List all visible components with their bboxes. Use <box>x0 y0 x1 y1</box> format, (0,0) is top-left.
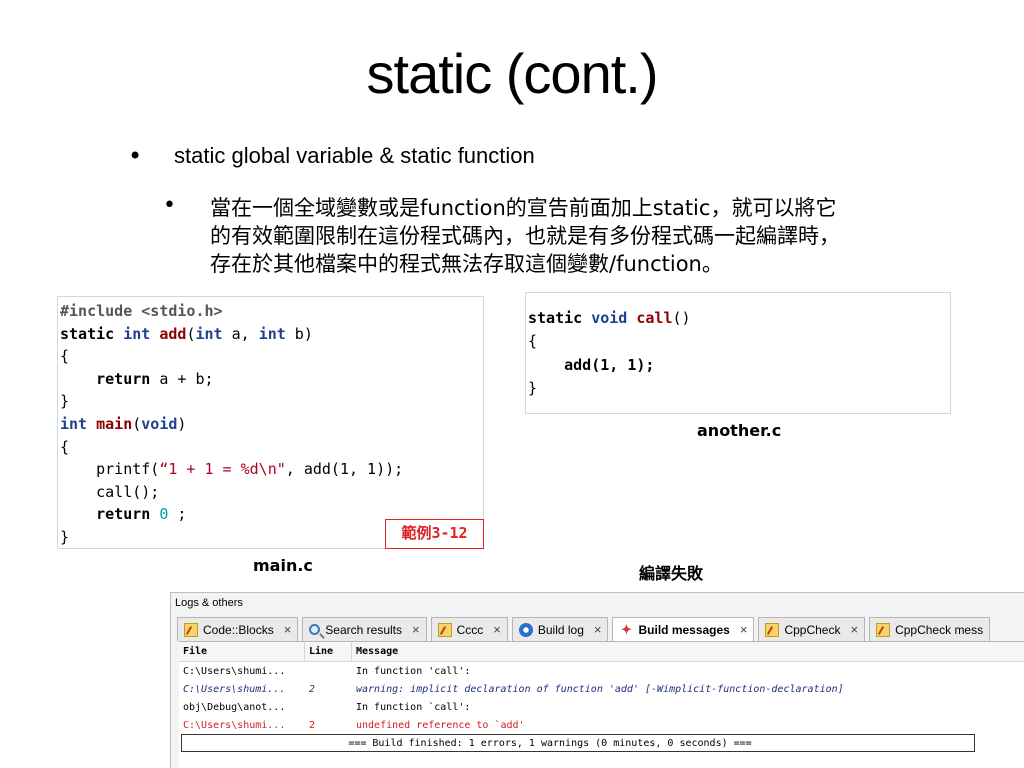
search-icon <box>309 624 321 635</box>
tab-search-results[interactable]: Search results × <box>302 617 427 641</box>
code-line: { <box>528 332 538 351</box>
another-c-code-block: static void call() { add(1, 1); } <box>525 292 951 414</box>
code-line: add(1, 1); <box>564 355 655 374</box>
gear-icon <box>518 622 533 637</box>
code-line: { <box>60 437 70 456</box>
compile-fail-caption: 編譯失敗 <box>639 564 704 583</box>
bullet-line: 存在於其他檔案中的程式無法存取這個變數/function。 <box>210 252 723 276</box>
example-label: 範例3-12 <box>385 519 484 549</box>
main-c-code-block: #include <stdio.h> static int add(int a,… <box>57 296 484 549</box>
column-header-file[interactable]: File <box>179 641 305 662</box>
table-header: File Line Message <box>179 641 1024 662</box>
column-header-message[interactable]: Message <box>352 642 1024 662</box>
table-row[interactable]: C:\Users\shumi... In function 'call': <box>179 662 1024 680</box>
build-messages-table: File Line Message C:\Users\shumi... In f… <box>179 641 1024 768</box>
close-icon[interactable]: × <box>850 622 858 637</box>
bullet-dot: • <box>163 193 176 218</box>
code-line: } <box>528 379 538 398</box>
bullet-dot: • <box>128 142 143 170</box>
close-icon[interactable]: × <box>493 622 501 637</box>
code-line: } <box>60 392 70 411</box>
code-line: return a + b; <box>96 369 214 388</box>
tab-build-log[interactable]: Build log × <box>511 617 609 641</box>
tab-cppcheck[interactable]: CppCheck × <box>758 617 866 641</box>
tab-cccc[interactable]: Cccc × <box>430 617 508 641</box>
another-c-caption: another.c <box>697 421 782 440</box>
table-row[interactable]: C:\Users\shumi... 2 warning: implicit de… <box>179 680 1024 698</box>
close-icon[interactable]: × <box>594 622 602 637</box>
tab-codeblocks[interactable]: Code::Blocks × <box>177 617 299 641</box>
bullet-line: 的有效範圍限制在這份程式碼內，也就是有多份程式碼一起編譯時， <box>210 224 840 248</box>
table-row-selected[interactable]: === Build finished: 1 errors, 1 warnings… <box>181 734 975 752</box>
code-line: #include <stdio.h> <box>60 302 223 320</box>
document-icon <box>184 622 198 637</box>
table-row[interactable]: obj\Debug\anot... In function `call': <box>179 698 1024 716</box>
slide-title: static (cont.) <box>366 42 659 105</box>
code-line: int main(void) <box>60 414 187 433</box>
close-icon[interactable]: × <box>284 622 292 637</box>
document-icon <box>765 622 780 637</box>
tab-build-messages[interactable]: ✦ Build messages × <box>612 617 755 641</box>
code-line: printf(“1 + 1 = %d\n", add(1, 1)); <box>96 460 404 479</box>
close-icon[interactable]: × <box>412 622 420 637</box>
column-header-line[interactable]: Line <box>305 641 352 662</box>
logs-tabbar: Code::Blocks × Search results × Cccc × B… <box>177 617 994 641</box>
code-line: call(); <box>96 482 160 501</box>
code-line: static int add(int a, int b) <box>60 324 313 343</box>
document-icon <box>876 622 891 637</box>
bullet-text: static global variable & static function <box>174 143 535 168</box>
document-icon <box>437 622 452 637</box>
close-icon[interactable]: × <box>740 622 748 637</box>
tab-cppcheck-messages[interactable]: CppCheck mess <box>869 617 991 641</box>
bullet-lines: 當在一個全域變數或是function的宣告前面加上static，就可以將它 的有… <box>210 194 950 278</box>
code-line: { <box>60 347 70 366</box>
panel-title: Logs & others <box>175 597 243 609</box>
logs-panel: Logs & others Code::Blocks × Search resu… <box>170 592 1024 768</box>
table-row[interactable]: C:\Users\shumi... 2 undefined reference … <box>179 716 1024 734</box>
bullet-line: 當在一個全域變數或是function的宣告前面加上static，就可以將它 <box>210 196 837 220</box>
pin-icon: ✦ <box>621 621 632 637</box>
main-c-caption: main.c <box>253 556 313 575</box>
code-line: static void call() <box>528 309 691 327</box>
